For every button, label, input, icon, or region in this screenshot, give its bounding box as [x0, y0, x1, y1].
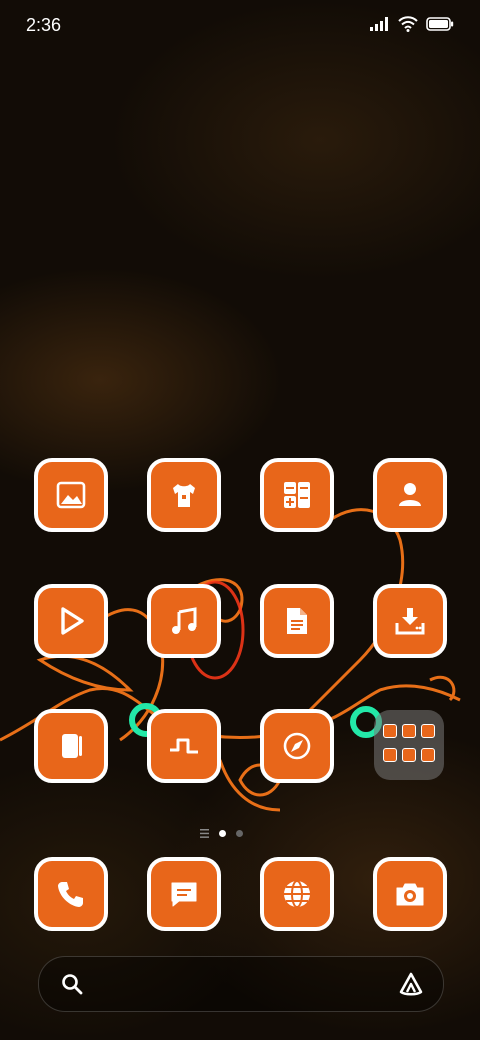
- gallery-app[interactable]: [34, 458, 108, 532]
- notes-app[interactable]: [260, 584, 334, 658]
- assistant-icon[interactable]: [397, 971, 425, 997]
- menu-lines-icon: [200, 829, 209, 838]
- messages-app[interactable]: [147, 857, 221, 931]
- wifi-icon: [398, 16, 418, 32]
- theme-shirt-icon: [173, 484, 195, 507]
- gallery-icon: [56, 481, 86, 509]
- signal-icon: [370, 17, 388, 31]
- camera-app[interactable]: [373, 857, 447, 931]
- status-time: 2:36: [26, 15, 62, 35]
- themes-app[interactable]: [147, 458, 221, 532]
- page-indicator[interactable]: [200, 829, 243, 838]
- battery-icon: [426, 17, 454, 31]
- video-player-app[interactable]: [34, 584, 108, 658]
- music-icon: [172, 607, 197, 634]
- compass-app[interactable]: [260, 709, 334, 783]
- search-bar[interactable]: [38, 956, 444, 1012]
- video-player-icon: [61, 607, 84, 635]
- mini-app-icon: [383, 747, 397, 762]
- search-icon[interactable]: [61, 973, 83, 995]
- calculator-icon: [284, 482, 310, 508]
- phone-app[interactable]: [34, 857, 108, 931]
- contacts-icon: [399, 483, 421, 506]
- page-dot-active[interactable]: [219, 830, 226, 837]
- notebook-app[interactable]: [34, 709, 108, 783]
- mini-app-icon: [421, 747, 435, 762]
- notes-icon: [287, 608, 307, 634]
- mini-app-icon: [402, 724, 416, 738]
- recorder-app[interactable]: [147, 709, 221, 783]
- music-app[interactable]: [147, 584, 221, 658]
- contacts-app[interactable]: [373, 458, 447, 532]
- messages-icon: [171, 882, 197, 907]
- page-dot[interactable]: [236, 830, 243, 837]
- mini-app-icon: [421, 724, 435, 738]
- status-icons: [370, 16, 454, 32]
- app-folder[interactable]: [374, 710, 444, 780]
- recorder-icon: [170, 738, 198, 754]
- phone-icon: [58, 882, 83, 907]
- calculator-app[interactable]: [260, 458, 334, 532]
- mini-app-icon: [383, 724, 397, 738]
- downloads-icon: [395, 608, 425, 635]
- browser-app[interactable]: [260, 857, 334, 931]
- status-bar: 2:36: [0, 0, 480, 50]
- downloads-app[interactable]: [373, 584, 447, 658]
- mini-app-icon: [402, 747, 416, 762]
- app-notebook-icon: [62, 734, 82, 758]
- browser-icon: [284, 880, 310, 908]
- compass-icon: [283, 732, 311, 760]
- camera-icon: [396, 883, 424, 906]
